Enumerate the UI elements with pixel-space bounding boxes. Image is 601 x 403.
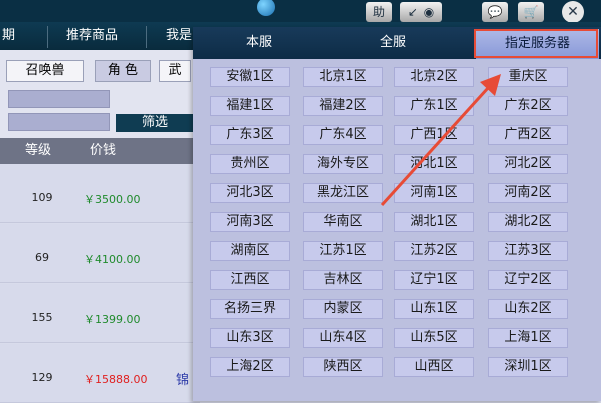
server-option[interactable]: 名扬三界 [210,299,290,319]
server-option[interactable]: 上海2区 [210,357,290,377]
filter-field-2[interactable] [8,113,110,131]
header-level[interactable]: 等级 [25,138,51,164]
row-level: 69 [35,251,49,264]
row-price: ￥4100.00 [84,253,141,266]
server-option[interactable]: 山东3区 [210,328,290,348]
server-option[interactable]: 山东2区 [488,299,568,319]
server-option[interactable]: 广西1区 [394,125,474,145]
server-option[interactable]: 北京1区 [303,67,383,87]
server-option[interactable]: 山东1区 [394,299,474,319]
server-option[interactable]: 江西区 [210,270,290,290]
server-option[interactable]: 湖北1区 [394,212,474,232]
server-option[interactable]: 黑龙江区 [303,183,383,203]
cart-button[interactable]: 🛒 [518,2,544,22]
row-price: ￥15888.00 [84,373,148,386]
server-option[interactable]: 陕西区 [303,357,383,377]
server-option[interactable]: 吉林区 [303,270,383,290]
tab-character[interactable]: 角 色 [95,60,151,82]
server-option[interactable]: 山东4区 [303,328,383,348]
row-level: 129 [31,371,53,384]
cart-icon: 🛒 [523,5,539,19]
server-option[interactable]: 广东4区 [303,125,383,145]
help-button[interactable]: 助 [366,2,392,22]
table-row[interactable]: 109 ￥3500.00 [0,164,200,223]
row-price: ￥3500.00 [84,193,141,206]
server-option[interactable]: 广东1区 [394,96,474,116]
table-row[interactable]: 155 ￥1399.00 [0,284,200,343]
server-option[interactable]: 重庆区 [488,67,568,87]
server-option[interactable]: 华南区 [303,212,383,232]
server-option[interactable]: 广东3区 [210,125,290,145]
server-option[interactable]: 江苏2区 [394,241,474,261]
table-row[interactable]: 69 ￥4100.00 [0,224,200,283]
server-option[interactable]: 湖北2区 [488,212,568,232]
table-header: 等级 价钱 [0,138,200,164]
header-price[interactable]: 价钱 [90,138,116,164]
server-option[interactable]: 河南2区 [488,183,568,203]
nav-item-me[interactable]: 我是 [166,22,192,50]
server-option[interactable]: 北京2区 [394,67,474,87]
server-option[interactable]: 贵州区 [210,154,290,174]
server-option[interactable]: 河南1区 [394,183,474,203]
server-popup: 本服 全服 指定服务器 安徽1区 北京1区 北京2区 重庆区 福建1区 福建2区 广东1区广… [193,27,601,401]
server-option[interactable]: 河南3区 [210,212,290,232]
tab-summoned-beast[interactable]: 召唤兽 [6,60,84,82]
server-option[interactable]: 广西2区 [488,125,568,145]
filter-field-1[interactable] [8,90,110,108]
server-option[interactable]: 海外专区 [303,154,383,174]
stop-icon: ◉ [423,5,435,19]
table-row[interactable]: 129 ￥15888.00 锦 [0,344,200,403]
server-option[interactable]: 内蒙区 [303,299,383,319]
server-option[interactable]: 河北1区 [394,154,474,174]
server-option[interactable]: 广东2区 [488,96,568,116]
server-option[interactable]: 山西区 [394,357,474,377]
nav-separator [146,26,147,48]
top-bar [0,0,601,22]
server-option[interactable]: 辽宁1区 [394,270,474,290]
chat-button[interactable]: 💬 [482,2,508,22]
server-option[interactable]: 湖南区 [210,241,290,261]
row-level: 155 [31,311,53,324]
server-option[interactable]: 辽宁2区 [488,270,568,290]
server-option[interactable]: 福建2区 [303,96,383,116]
close-button[interactable]: ✕ [562,1,584,23]
annotation-highlight-box [474,29,598,58]
help-label: 助 [372,5,385,19]
tab-all-servers[interactable]: 全服 [341,27,445,59]
chat-icon: 💬 [487,5,503,19]
tab-this-server[interactable]: 本服 [207,27,311,59]
server-option[interactable]: 江苏1区 [303,241,383,261]
stop-button[interactable]: ◉ [416,2,442,22]
filter-button[interactable]: 筛选 [116,114,194,132]
row-price: ￥1399.00 [84,313,141,326]
nav-item-recommended[interactable]: 推荐商品 [66,22,118,50]
nav-separator [47,26,48,48]
server-option[interactable]: 河北2区 [488,154,568,174]
server-option[interactable]: 深圳1区 [488,357,568,377]
tab-weapon[interactable]: 武 [159,60,191,82]
nav-item-period[interactable]: 期 [2,22,15,50]
server-option[interactable]: 山东5区 [394,328,474,348]
server-option[interactable]: 江苏3区 [488,241,568,261]
close-icon: ✕ [567,4,579,20]
server-option[interactable]: 安徽1区 [210,67,290,87]
row-level: 109 [31,191,53,204]
server-option[interactable]: 河北3区 [210,183,290,203]
server-option[interactable]: 福建1区 [210,96,290,116]
server-option[interactable]: 上海1区 [488,328,568,348]
row-extra: 锦 [176,373,190,388]
